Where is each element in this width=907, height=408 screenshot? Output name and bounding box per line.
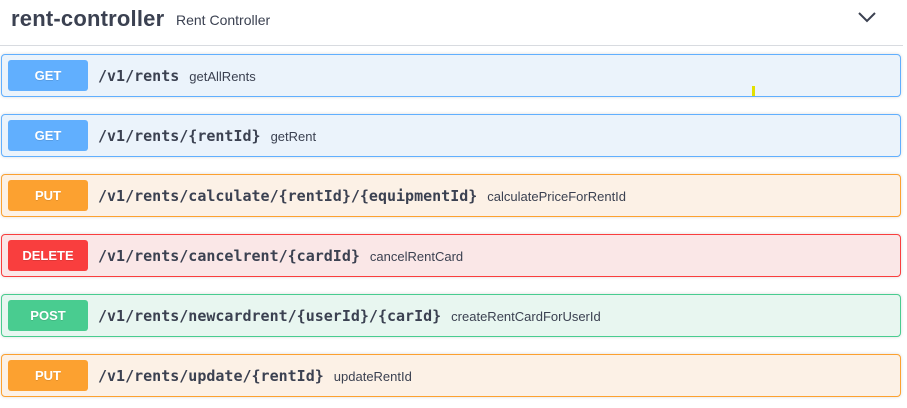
method-badge: PUT [8,360,88,391]
operation-path: /v1/rents/newcardrent/{userId}/{carId} cr… [98,307,601,325]
operation-path: /v1/rents/update/{rentId} updateRentId [98,367,412,385]
operation-calculate-price[interactable]: PUT /v1/rents/calculate/{rentId}/{equipm… [1,174,901,217]
method-badge: POST [8,300,88,331]
tag-title: rent-controller [11,6,165,31]
operation-path: /v1/rents/{rentId} getRent [98,127,316,145]
path-text: /v1/rents/newcardrent/{userId}/{carId} [98,307,442,325]
method-badge: GET [8,60,88,91]
operation-path: /v1/rents/calculate/{rentId}/{equipmentI… [98,187,626,205]
path-text: /v1/rents [98,67,180,85]
path-text: /v1/rents/calculate/{rentId}/{equipmentI… [98,187,478,205]
method-badge: PUT [8,180,88,211]
method-badge: GET [8,120,88,151]
operation-get-all-rents[interactable]: GET /v1/rents getAllRents [1,54,901,97]
tag-description: Rent Controller [176,12,271,28]
operation-summary: createRentCardForUserId [451,309,601,324]
path-text: /v1/rents/{rentId} [98,127,261,145]
operation-cancel-rent-card[interactable]: DELETE /v1/rents/cancelrent/{cardId} canc… [1,234,901,277]
operation-summary: calculatePriceForRentId [487,189,627,204]
tag-header[interactable]: rent-controller Rent Controller [0,0,903,46]
operation-summary: updateRentId [333,369,412,384]
path-text: /v1/rents/update/{rentId} [98,367,324,385]
operation-path: /v1/rents getAllRents [98,67,256,85]
operation-update-rent[interactable]: PUT /v1/rents/update/{rentId} updateRentI… [1,354,901,397]
path-text: /v1/rents/cancelrent/{cardId} [98,247,360,265]
chevron-down-icon[interactable] [857,10,877,24]
operation-summary: getRent [270,129,317,144]
method-badge: DELETE [8,240,88,271]
operation-summary: getAllRents [189,69,256,84]
operation-path: /v1/rents/cancelrent/{cardId} cancelRentC… [98,247,463,265]
text-cursor-marker [752,86,755,96]
operation-get-rent[interactable]: GET /v1/rents/{rentId} getRent [1,114,901,157]
operation-summary: cancelRentCard [369,249,464,264]
operation-create-rent-card[interactable]: POST /v1/rents/newcardrent/{userId}/{car… [1,294,901,337]
